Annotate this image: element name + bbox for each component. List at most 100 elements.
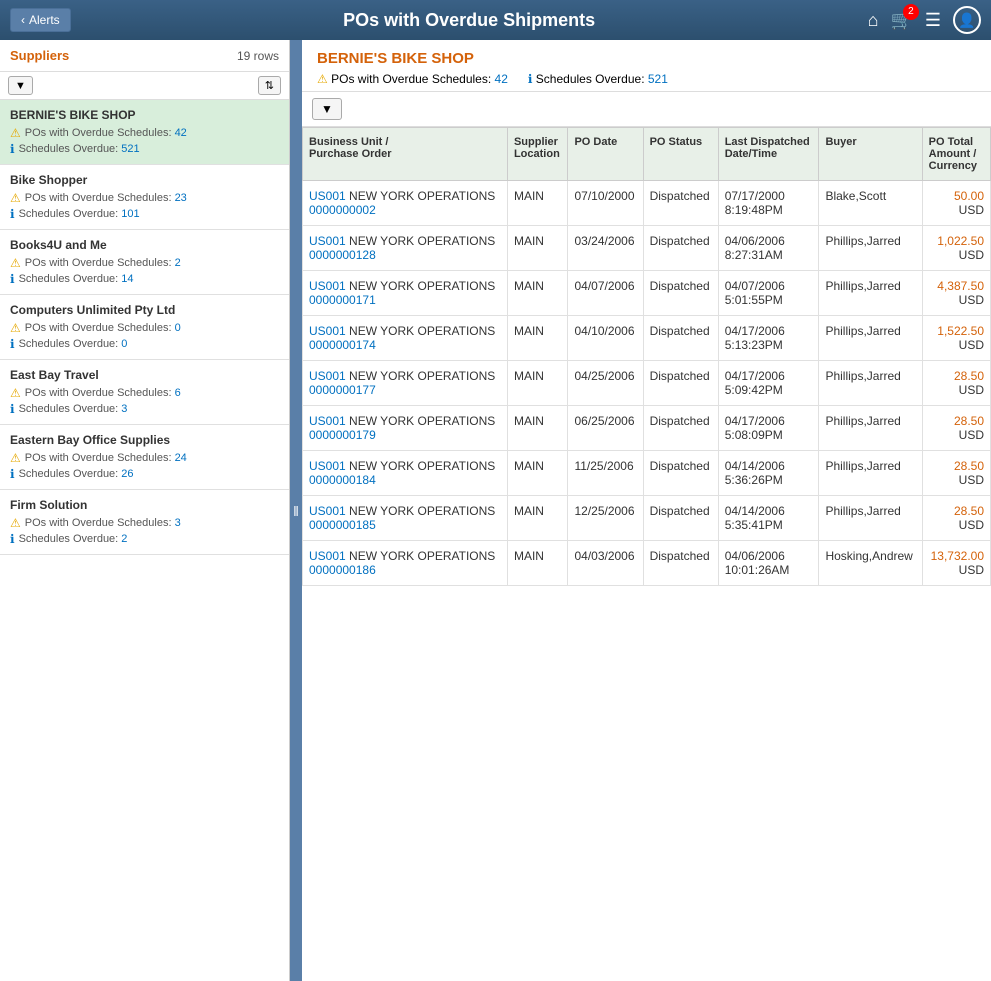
sidebar-sort-button[interactable]: ⇅ (258, 76, 281, 95)
sidebar-title: Suppliers (10, 48, 69, 63)
currency-value: USD (959, 338, 984, 352)
bu-desc: NEW YORK OPERATIONS (349, 189, 495, 203)
cell-buyer: Blake,Scott (819, 181, 922, 226)
supplier-schedules-stat: ℹ Schedules Overdue: 2 (10, 532, 279, 546)
supplier-item[interactable]: Firm Solution ⚠ POs with Overdue Schedul… (0, 490, 289, 555)
supplier-item[interactable]: East Bay Travel ⚠ POs with Overdue Sched… (0, 360, 289, 425)
supplier-item[interactable]: Books4U and Me ⚠ POs with Overdue Schedu… (0, 230, 289, 295)
table-filter-button[interactable]: ▼ (312, 98, 342, 120)
cell-dispatched: 04/06/20068:27:31AM (718, 226, 819, 271)
supplier-name: Eastern Bay Office Supplies (10, 433, 279, 447)
pos-label: POs with Overdue Schedules: (331, 72, 491, 86)
supplier-item[interactable]: Bike Shopper ⚠ POs with Overdue Schedule… (0, 165, 289, 230)
supplier-pos-stat: ⚠ POs with Overdue Schedules: 0 (10, 321, 279, 335)
po-number-link[interactable]: 0000000186 (309, 563, 376, 577)
cell-status: Dispatched (643, 496, 718, 541)
bu-desc: NEW YORK OPERATIONS (349, 369, 495, 383)
amount-value: 28.50 (954, 414, 984, 428)
schedules-value[interactable]: 521 (648, 72, 668, 86)
cart-icon[interactable]: 🛒 2 (890, 10, 912, 31)
profile-icon[interactable]: 👤 (953, 6, 981, 34)
splitter[interactable]: ‖ (290, 40, 302, 981)
currency-value: USD (959, 428, 984, 442)
bu-link[interactable]: US001 (309, 414, 346, 428)
sidebar-header: Suppliers 19 rows (0, 40, 289, 72)
cell-dispatched: 07/17/20008:19:48PM (718, 181, 819, 226)
cell-bu: US001 NEW YORK OPERATIONS 0000000174 (303, 316, 508, 361)
cell-po-date: 04/03/2006 (568, 541, 643, 586)
supplier-item[interactable]: Computers Unlimited Pty Ltd ⚠ POs with O… (0, 295, 289, 360)
col-header-buyer: Buyer (819, 128, 922, 181)
cell-dispatched: 04/14/20065:36:26PM (718, 451, 819, 496)
cell-amount: 28.50 USD (922, 406, 990, 451)
table-toolbar: ▼ (302, 92, 991, 127)
cell-location: MAIN (507, 451, 568, 496)
sidebar-filter-button[interactable]: ▼ (8, 76, 33, 95)
menu-icon[interactable]: ☰ (925, 10, 941, 31)
table-row: US001 NEW YORK OPERATIONS 0000000184 MAI… (303, 451, 991, 496)
bu-link[interactable]: US001 (309, 459, 346, 473)
header-icons: ⌂ 🛒 2 ☰ 👤 (868, 6, 981, 34)
bu-link[interactable]: US001 (309, 549, 346, 563)
info-icon: ℹ (10, 272, 15, 286)
currency-value: USD (959, 518, 984, 532)
supplier-schedules-stat: ℹ Schedules Overdue: 26 (10, 467, 279, 481)
pos-value[interactable]: 42 (495, 72, 508, 86)
bu-link[interactable]: US001 (309, 324, 346, 338)
cell-bu: US001 NEW YORK OPERATIONS 0000000185 (303, 496, 508, 541)
cell-bu: US001 NEW YORK OPERATIONS 0000000128 (303, 226, 508, 271)
cell-location: MAIN (507, 316, 568, 361)
cell-amount: 1,022.50 USD (922, 226, 990, 271)
cell-amount: 13,732.00 USD (922, 541, 990, 586)
cell-amount: 28.50 USD (922, 361, 990, 406)
cell-buyer: Phillips,Jarred (819, 361, 922, 406)
cell-po-date: 04/25/2006 (568, 361, 643, 406)
supplier-pos-stat: ⚠ POs with Overdue Schedules: 3 (10, 516, 279, 530)
supplier-item[interactable]: Eastern Bay Office Supplies ⚠ POs with O… (0, 425, 289, 490)
po-number-link[interactable]: 0000000185 (309, 518, 376, 532)
supplier-name: Computers Unlimited Pty Ltd (10, 303, 279, 317)
bu-desc: NEW YORK OPERATIONS (349, 324, 495, 338)
content-stats: ⚠ POs with Overdue Schedules: 42 ℹ Sched… (317, 72, 976, 86)
bu-desc: NEW YORK OPERATIONS (349, 459, 495, 473)
cell-status: Dispatched (643, 361, 718, 406)
bu-desc: NEW YORK OPERATIONS (349, 234, 495, 248)
bu-link[interactable]: US001 (309, 279, 346, 293)
table-row: US001 NEW YORK OPERATIONS 0000000177 MAI… (303, 361, 991, 406)
po-number-link[interactable]: 0000000002 (309, 203, 376, 217)
po-number-link[interactable]: 0000000171 (309, 293, 376, 307)
currency-value: USD (959, 383, 984, 397)
amount-value: 1,022.50 (937, 234, 984, 248)
po-number-link[interactable]: 0000000174 (309, 338, 376, 352)
cell-dispatched: 04/17/20065:09:42PM (718, 361, 819, 406)
page-title: POs with Overdue Shipments (71, 10, 868, 31)
supplier-pos-stat: ⚠ POs with Overdue Schedules: 23 (10, 191, 279, 205)
info-icon: ℹ (10, 142, 15, 156)
supplier-item[interactable]: BERNIE'S BIKE SHOP ⚠ POs with Overdue Sc… (0, 100, 289, 165)
po-number-link[interactable]: 0000000184 (309, 473, 376, 487)
sidebar-row-count: 19 rows (237, 49, 279, 63)
warning-icon: ⚠ (10, 256, 21, 270)
cell-amount: 4,387.50 USD (922, 271, 990, 316)
po-number-link[interactable]: 0000000177 (309, 383, 376, 397)
back-button[interactable]: ‹ Alerts (10, 8, 71, 32)
bu-link[interactable]: US001 (309, 234, 346, 248)
bu-link[interactable]: US001 (309, 189, 346, 203)
bu-link[interactable]: US001 (309, 369, 346, 383)
cell-dispatched: 04/14/20065:35:41PM (718, 496, 819, 541)
home-icon[interactable]: ⌂ (868, 10, 879, 31)
currency-value: USD (959, 563, 984, 577)
bu-link[interactable]: US001 (309, 504, 346, 518)
po-number-link[interactable]: 0000000128 (309, 248, 376, 262)
cell-location: MAIN (507, 406, 568, 451)
supplier-name: East Bay Travel (10, 368, 279, 382)
schedules-label: Schedules Overdue: (536, 72, 645, 86)
cell-buyer: Phillips,Jarred (819, 271, 922, 316)
supplier-name: BERNIE'S BIKE SHOP (10, 108, 279, 122)
suppliers-sidebar: Suppliers 19 rows ▼ ⇅ BERNIE'S BIKE SHOP… (0, 40, 290, 981)
po-number-link[interactable]: 0000000179 (309, 428, 376, 442)
info-icon: ℹ (10, 207, 15, 221)
warning-icon: ⚠ (317, 72, 328, 86)
cell-status: Dispatched (643, 271, 718, 316)
cell-location: MAIN (507, 361, 568, 406)
